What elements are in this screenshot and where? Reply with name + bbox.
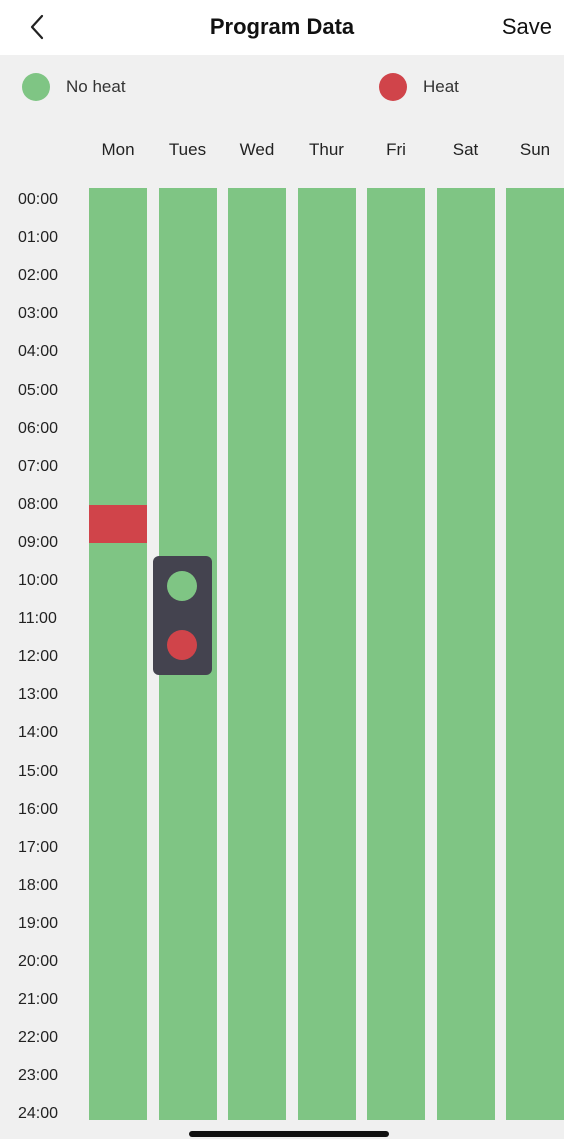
time-label: 10:00	[18, 572, 59, 589]
time-label: 18:00	[18, 876, 59, 894]
day-header-fri: Fri	[386, 140, 406, 159]
no-heat-option-button[interactable]	[167, 571, 197, 601]
day-column-thur[interactable]	[297, 188, 356, 1120]
time-label: 22:00	[18, 1029, 59, 1047]
day-column-sun[interactable]	[506, 188, 564, 1120]
save-button[interactable]: Save	[502, 13, 552, 41]
time-label: 00:00	[18, 191, 59, 208]
home-indicator	[189, 1131, 389, 1137]
day-header-tues: Tues	[168, 140, 207, 159]
legend-label-no-heat: No heat	[66, 77, 126, 96]
day-header-sun: Sun	[519, 140, 551, 159]
time-label: 19:00	[18, 914, 59, 932]
time-label: 05:00	[18, 381, 59, 399]
time-label: 12:00	[18, 648, 59, 666]
heat-block[interactable]	[89, 504, 147, 543]
state-picker-popup	[153, 556, 212, 675]
time-label: 04:00	[18, 343, 59, 361]
time-label: 13:00	[18, 686, 59, 704]
time-label: 07:00	[18, 457, 59, 475]
time-label: 09:00	[18, 533, 59, 551]
day-header-sat: Sat	[452, 140, 479, 159]
legend-label-heat: Heat	[423, 77, 459, 96]
time-label: 15:00	[18, 762, 59, 780]
time-label: 14:00	[18, 724, 59, 742]
legend-item-heat: Heat	[379, 73, 459, 101]
time-label: 24:00	[18, 1105, 59, 1123]
page-title: Program Data	[209, 14, 355, 39]
day-column-wed[interactable]	[228, 188, 286, 1120]
day-column-sat[interactable]	[436, 188, 495, 1120]
legend-item-no-heat: No heat	[22, 73, 126, 101]
time-label: 01:00	[18, 229, 59, 247]
time-label: 17:00	[18, 838, 59, 856]
time-label: 06:00	[18, 419, 59, 437]
heat-option-button[interactable]	[167, 630, 197, 660]
day-column-mon[interactable]	[89, 188, 147, 1120]
heat-dot-icon	[379, 73, 407, 101]
day-header-wed: Wed	[239, 140, 275, 159]
time-label: 11:00	[18, 610, 57, 628]
no-heat-dot-icon	[22, 73, 50, 101]
time-label: 03:00	[18, 305, 59, 323]
navigation-bar: Program Data Save	[0, 0, 564, 55]
time-label: 08:00	[18, 495, 59, 513]
time-label: 21:00	[18, 991, 59, 1009]
time-label: 20:00	[18, 953, 59, 970]
day-header-mon: Mon	[101, 140, 135, 159]
time-label: 16:00	[18, 800, 59, 818]
time-label: 02:00	[18, 267, 59, 285]
legend: No heat Heat	[0, 55, 564, 119]
time-label: 23:00	[18, 1067, 59, 1085]
day-column-fri[interactable]	[367, 188, 425, 1120]
day-header-thur: Thur	[309, 140, 344, 159]
